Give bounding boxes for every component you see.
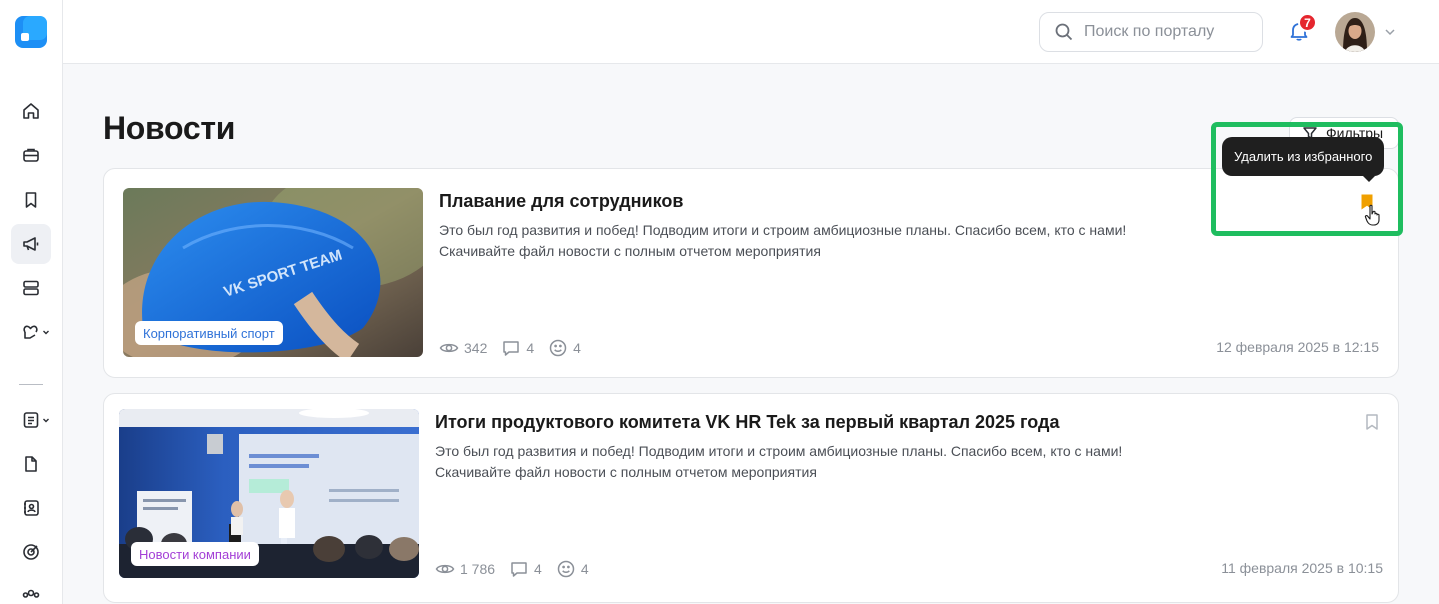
bookmark-icon[interactable] xyxy=(1364,413,1380,431)
news-stats: 1 786 4 4 xyxy=(435,559,603,579)
bookmark-nav-icon[interactable] xyxy=(11,180,51,220)
search-input[interactable] xyxy=(1084,23,1244,41)
heart-hand-icon[interactable] xyxy=(11,312,51,352)
svg-text:VK SPORT TEAM: VK SPORT TEAM xyxy=(222,247,345,301)
news-image[interactable]: VK SPORT TEAM Корпоративный спорт xyxy=(123,188,423,357)
news-title[interactable]: Итоги продуктового комитета VK HR Tek за… xyxy=(435,412,1060,433)
target-icon[interactable] xyxy=(11,532,51,572)
eye-icon xyxy=(435,564,455,574)
document-list-icon[interactable] xyxy=(11,400,51,440)
home-icon[interactable] xyxy=(11,91,51,131)
file-icon[interactable] xyxy=(11,444,51,484)
news-image[interactable]: Новости компании xyxy=(119,409,419,578)
smile-icon xyxy=(557,560,575,578)
comment-icon xyxy=(511,562,527,577)
news-title[interactable]: Плавание для сотрудников xyxy=(439,191,683,212)
search-box[interactable] xyxy=(1039,12,1263,52)
portal-logo[interactable] xyxy=(15,16,47,48)
news-tag[interactable]: Корпоративный спорт xyxy=(135,321,283,345)
megaphone-icon[interactable] xyxy=(11,224,51,264)
news-card[interactable]: Новости компании Итоги продуктового коми… xyxy=(103,393,1399,603)
contacts-book-icon[interactable] xyxy=(11,488,51,528)
notifications-badge: 7 xyxy=(1298,13,1317,32)
tooltip-remove-favorite: Удалить из избранного xyxy=(1222,137,1385,182)
news-card[interactable]: VK SPORT TEAM Корпоративный спорт Плаван… xyxy=(103,168,1399,378)
chevron-down-icon[interactable] xyxy=(1384,27,1396,37)
news-tag[interactable]: Новости компании xyxy=(131,542,259,566)
sidebar xyxy=(0,0,63,604)
comments-stat[interactable]: 4 xyxy=(509,559,542,579)
reactions-stat[interactable]: 4 xyxy=(556,559,589,579)
news-date: 11 февраля 2025 в 10:15 xyxy=(1221,560,1383,576)
news-date: 12 февраля 2025 в 12:15 xyxy=(1216,339,1379,355)
comments-stat[interactable]: 4 xyxy=(501,338,534,358)
bookmark-filled-icon[interactable] xyxy=(1359,193,1375,211)
news-stats: 342 4 4 xyxy=(439,338,595,358)
views-stat: 1 786 xyxy=(435,559,495,579)
top-header: 7 xyxy=(63,0,1439,64)
briefcase-icon[interactable] xyxy=(11,135,51,175)
eye-icon xyxy=(439,343,459,353)
sidebar-divider xyxy=(19,384,43,385)
views-stat: 342 xyxy=(439,338,487,358)
page-title: Новости xyxy=(103,110,236,146)
people-icon[interactable] xyxy=(11,576,51,604)
news-description: Это был год развития и побед! Подводим и… xyxy=(439,222,1127,259)
smile-icon xyxy=(549,339,567,357)
stack-icon[interactable] xyxy=(11,268,51,308)
chevron-down-icon xyxy=(43,418,49,423)
user-avatar[interactable] xyxy=(1335,12,1375,52)
chevron-down-icon xyxy=(43,330,49,335)
news-description: Это был год развития и побед! Подводим и… xyxy=(435,443,1123,480)
reactions-stat[interactable]: 4 xyxy=(548,338,581,358)
comment-icon xyxy=(503,341,520,356)
search-icon xyxy=(1055,23,1073,41)
